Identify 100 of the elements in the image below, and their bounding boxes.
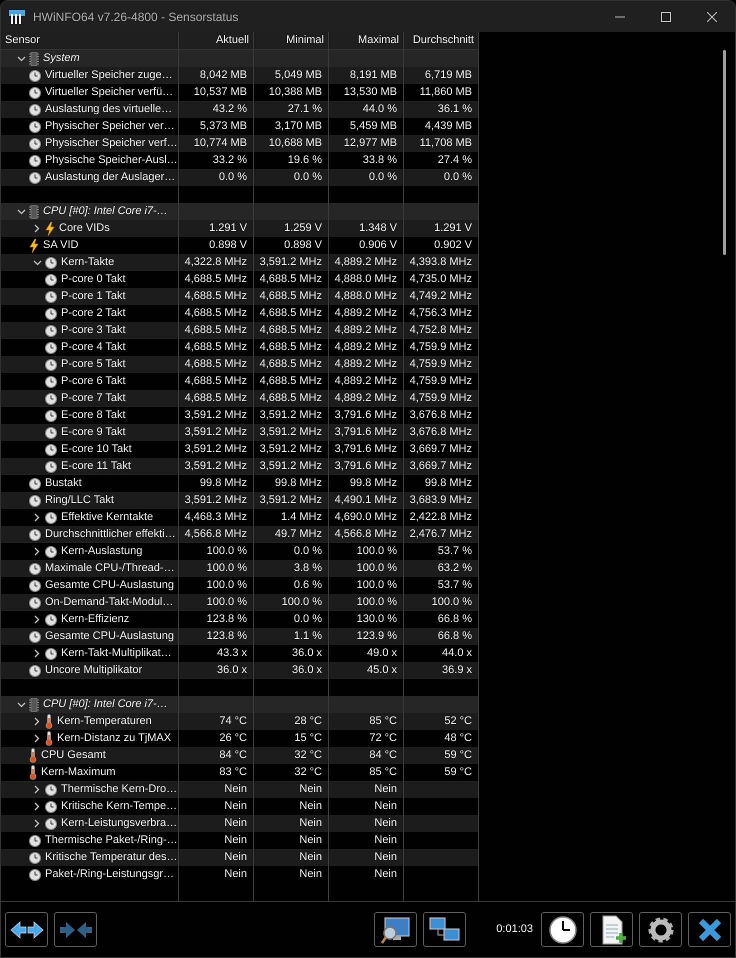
table-cell: 32 °C — [254, 747, 329, 764]
sensor-label: Kern-Leistungsverbra… — [61, 816, 178, 831]
table-cell: 4,688.5 MHz — [254, 322, 329, 339]
table-cell: 100.0 % — [254, 594, 329, 611]
add-report-button[interactable] — [590, 912, 633, 947]
chip-icon — [29, 698, 39, 712]
table-cell: 1.291 V — [179, 220, 254, 237]
gauge-icon — [29, 120, 41, 132]
table-cell: 36.1 % — [404, 101, 479, 118]
sensor-label: Kern-Distanz zu TjMAX — [57, 731, 172, 746]
network-computers-button[interactable] — [423, 912, 466, 947]
table-cell: Nein — [329, 849, 404, 866]
sensor-label: Maximale CPU-/Thread-… — [45, 561, 175, 576]
clock-button[interactable] — [541, 912, 584, 947]
table-cell: 100.0 % — [329, 560, 404, 577]
table-cell: 2,476.7 MHz — [404, 526, 479, 543]
lightning-icon — [29, 238, 39, 252]
settings-button[interactable] — [639, 912, 682, 947]
scrollbar-thumb[interactable] — [723, 50, 726, 255]
table-cell: 3.8 % — [254, 560, 329, 577]
table-cell: 8,042 MB — [179, 67, 254, 84]
sensor-label: E-core 11 Takt — [61, 459, 131, 474]
gauge-icon — [45, 460, 57, 472]
table-cell: 66.8 % — [404, 628, 479, 645]
sensor-label: CPU Gesamt — [41, 748, 106, 763]
close-icon — [707, 12, 717, 22]
sensor-label: E-core 10 Takt — [61, 442, 132, 457]
table-cell: 27.1 % — [254, 101, 329, 118]
table-cell: 8,191 MB — [329, 67, 404, 84]
table-cell: 100.0 % — [179, 560, 254, 577]
thermometer-icon — [45, 731, 53, 746]
table-cell: 4,566.8 MHz — [179, 526, 254, 543]
collapse-arrows-button[interactable] — [54, 912, 97, 947]
table-cell: 0.0 % — [254, 169, 329, 186]
table-cell: 4,322.8 MHz — [179, 254, 254, 271]
table-cell: 4,566.8 MHz — [329, 526, 404, 543]
table-cell: 123.9 % — [329, 628, 404, 645]
gauge-icon — [29, 528, 41, 540]
sensor-label: P-core 7 Takt — [61, 391, 126, 406]
gauge-icon — [29, 562, 41, 574]
close-x-button[interactable] — [688, 912, 731, 947]
table-cell: 4,889.2 MHz — [329, 322, 404, 339]
column-header[interactable]: Maximal — [329, 32, 404, 49]
sensor-label: Thermische Kern-Dro… — [61, 782, 178, 797]
table-cell: Nein — [179, 781, 254, 798]
sensor-label: E-core 8 Takt — [61, 408, 126, 423]
sensor-label: Core VIDs — [59, 221, 110, 236]
table-cell: Nein — [254, 866, 329, 883]
table-cell: 36.0 x — [179, 662, 254, 679]
gauge-icon — [45, 410, 57, 422]
gauge-icon — [45, 290, 57, 302]
table-cell: 100.0 % — [179, 594, 254, 611]
table-cell: 49.7 MHz — [254, 526, 329, 543]
sensor-label: Gesamte CPU-Auslastung — [45, 629, 174, 644]
gauge-icon — [45, 784, 57, 796]
table-cell: 4,688.5 MHz — [179, 288, 254, 305]
gauge-icon — [45, 444, 57, 456]
table-cell: 100.0 % — [404, 594, 479, 611]
table-cell: 4,393.8 MHz — [404, 254, 479, 271]
gauge-icon — [29, 172, 41, 184]
monitor-magnifier-button[interactable] — [374, 912, 418, 947]
gauge-icon — [45, 308, 57, 320]
table-cell: 63.2 % — [404, 560, 479, 577]
table-cell: 3,791.6 MHz — [329, 458, 404, 475]
sensor-label: Auslastung des virtuelle… — [45, 102, 172, 117]
sensor-label: Virtueller Speicher verfü… — [45, 85, 174, 100]
table-cell: 52 °C — [404, 713, 479, 730]
table-cell: Nein — [329, 815, 404, 832]
expand-arrows-button[interactable] — [5, 912, 48, 947]
column-header[interactable]: Durchschnitt — [404, 32, 479, 49]
table-cell: 4,688.5 MHz — [179, 322, 254, 339]
sensor-label: Kern-Temperaturen — [57, 714, 152, 729]
chip-icon — [29, 204, 39, 218]
table-cell: 36.9 x — [404, 662, 479, 679]
maximize-icon — [661, 12, 671, 22]
gauge-icon — [29, 138, 41, 150]
sensor-label: Virtueller Speicher zuge… — [45, 68, 173, 83]
table-cell: 3,591.2 MHz — [254, 254, 329, 271]
sensor-label: Paket-/Ring-Leistungsgr… — [45, 867, 174, 882]
table-cell: 3,591.2 MHz — [254, 492, 329, 509]
sensor-label: Kern-Takte — [61, 255, 114, 270]
table-cell: 4,889.2 MHz — [329, 390, 404, 407]
gauge-icon — [45, 324, 57, 336]
sensor-label: SA VID — [43, 238, 78, 253]
table-cell: Nein — [254, 815, 329, 832]
gauge-icon — [29, 664, 41, 676]
chip-icon — [29, 52, 39, 66]
column-header[interactable]: Minimal — [254, 32, 329, 49]
table-cell: 3,791.6 MHz — [329, 424, 404, 441]
sensor-label: Physischer Speicher ver… — [45, 119, 175, 134]
column-header[interactable]: Sensor — [1, 32, 179, 49]
gauge-icon — [45, 392, 57, 404]
table-cell: 1.291 V — [404, 220, 479, 237]
sensor-label: Kritische Temperatur des… — [45, 850, 178, 865]
gauge-icon — [45, 800, 57, 812]
column-header[interactable]: Aktuell — [179, 32, 254, 49]
table-cell: 28 °C — [254, 713, 329, 730]
gauge-icon — [45, 274, 57, 286]
lightning-icon — [45, 222, 55, 236]
sensor-label: Ring/LLC Takt — [45, 493, 114, 508]
